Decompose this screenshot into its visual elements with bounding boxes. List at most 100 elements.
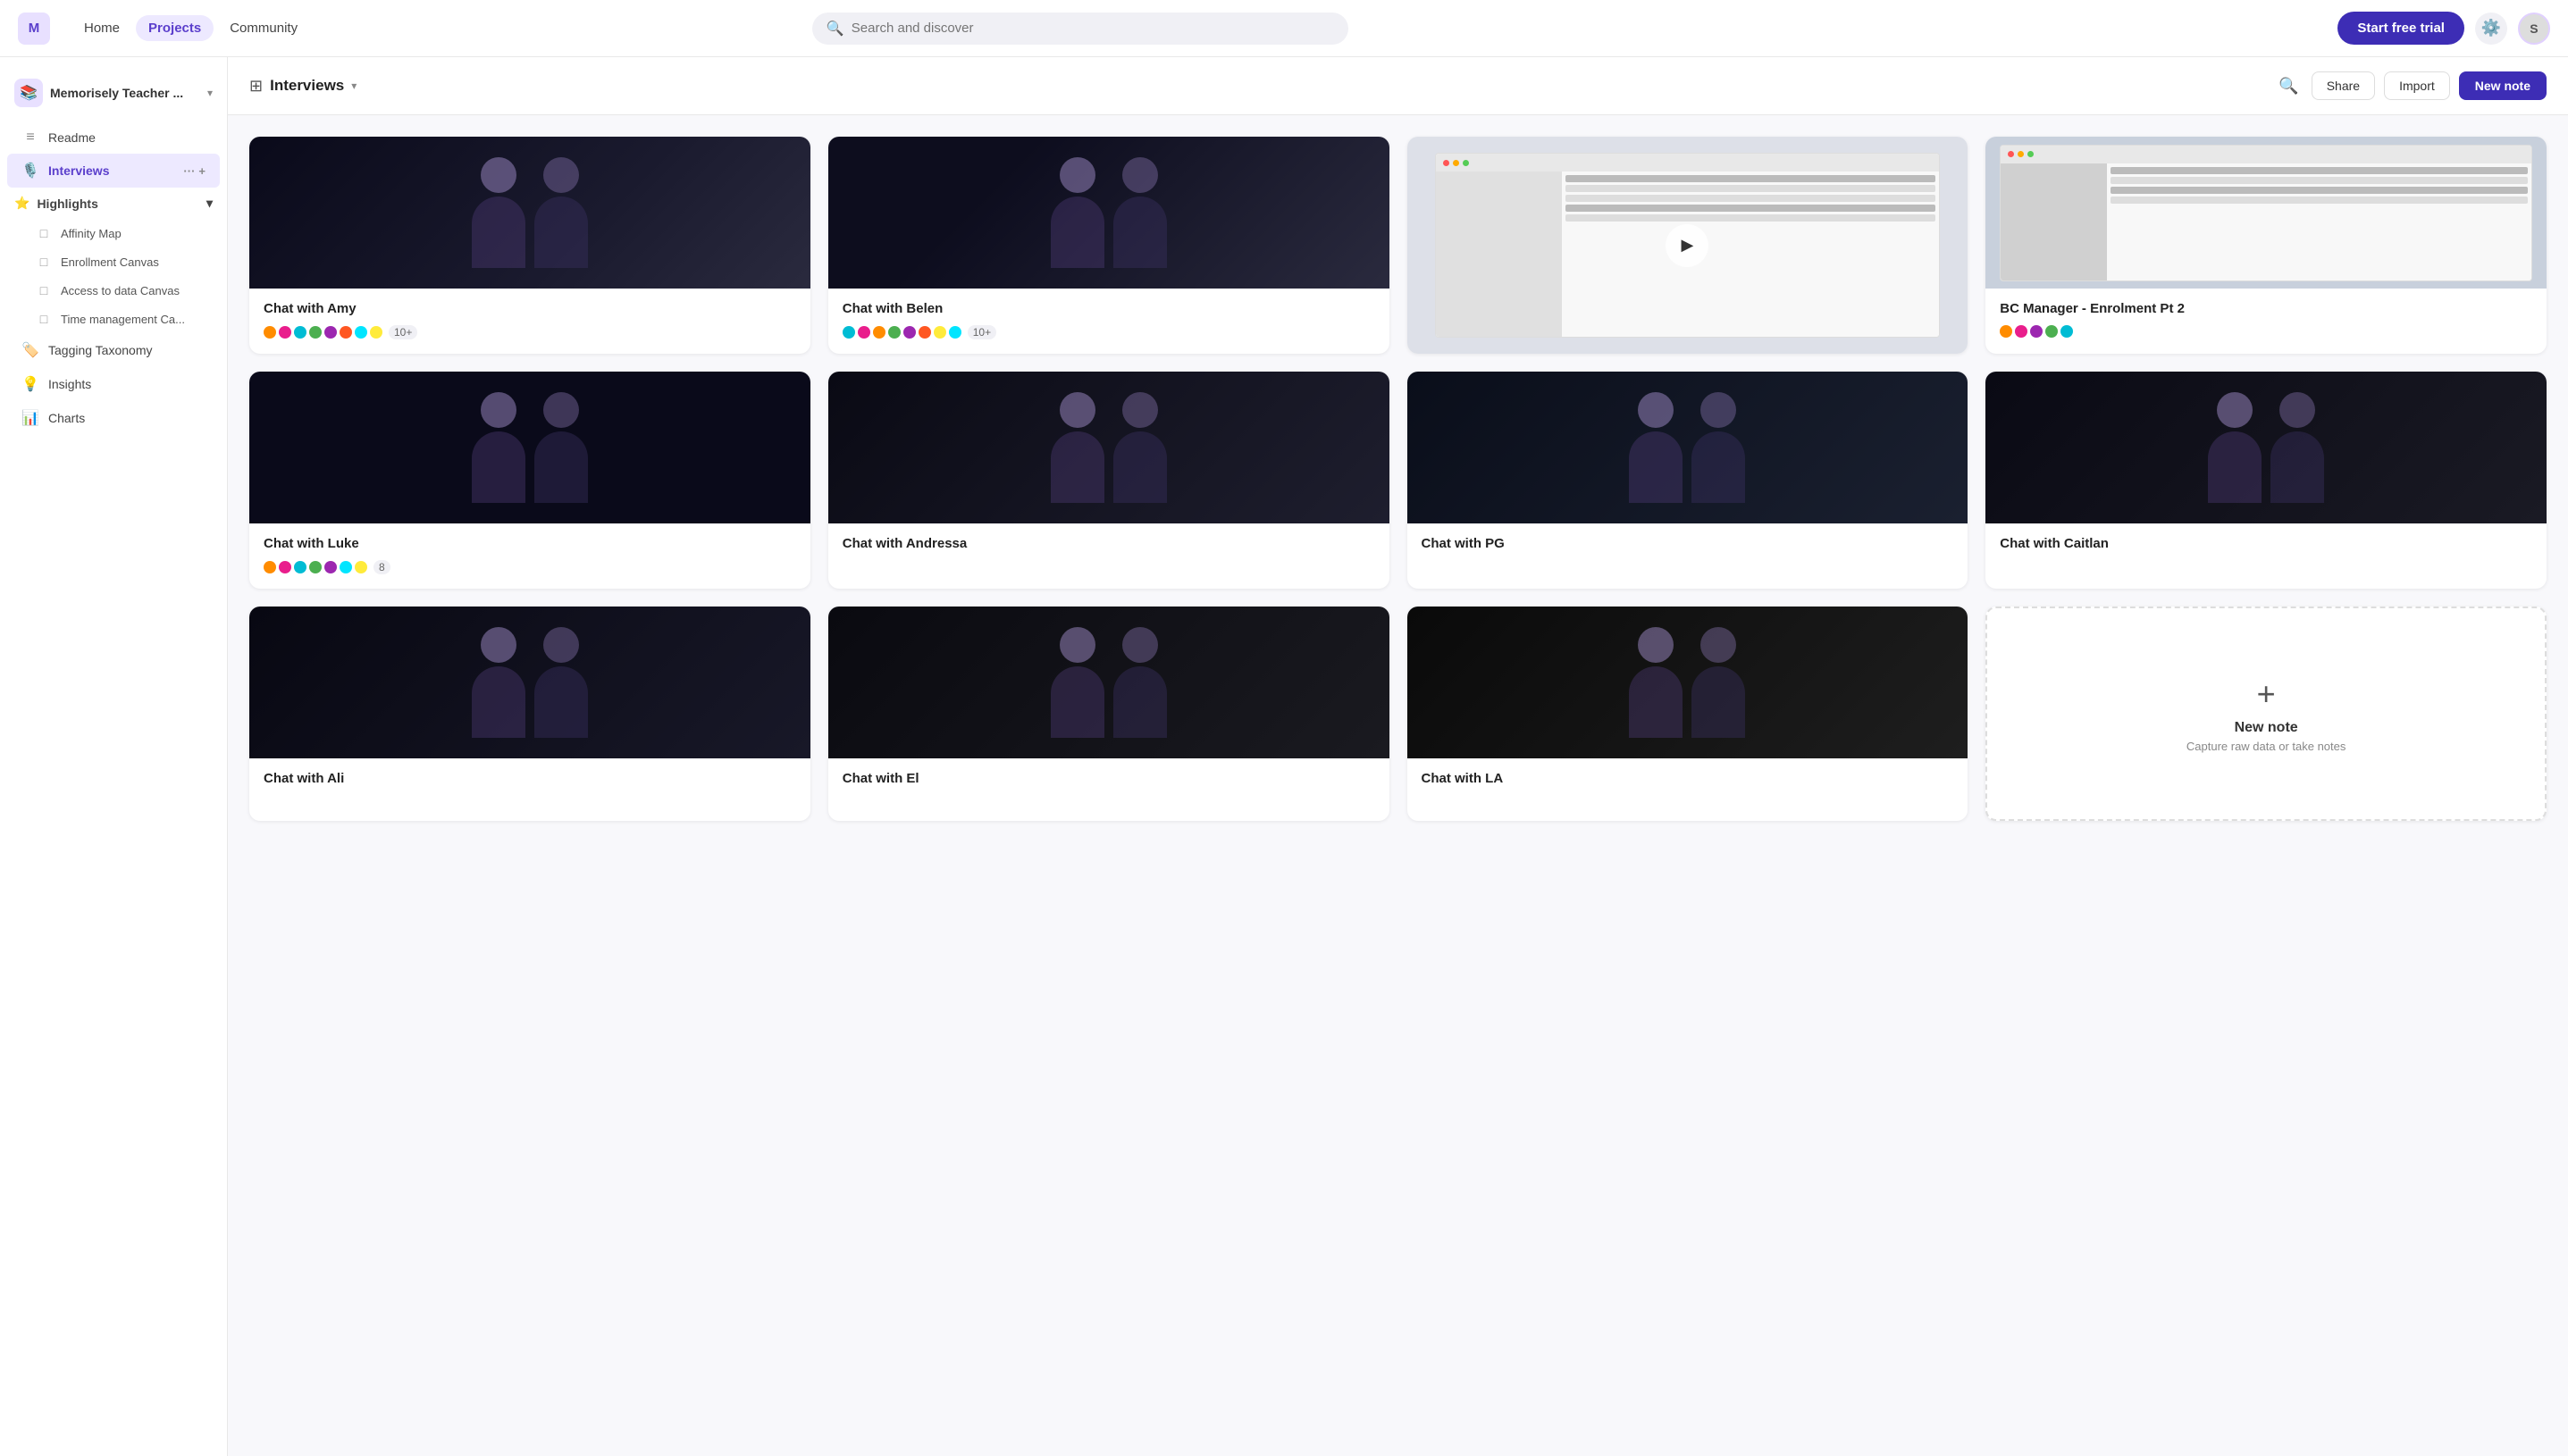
tag-dot: [279, 561, 291, 573]
top-nav: M Home Projects Community 🔍 Start free t…: [0, 0, 2568, 57]
new-note-button[interactable]: New note: [2459, 71, 2547, 100]
tag-dot: [370, 326, 382, 339]
card-info: Chat with Amy 10+: [249, 289, 810, 354]
card-ali[interactable]: Chat with Ali: [249, 607, 810, 821]
card-thumbnail: [249, 137, 810, 289]
sidebar-item-interviews[interactable]: 🎙️ Interviews ··· +: [7, 154, 220, 188]
card-amy[interactable]: Chat with Amy 10+: [249, 137, 810, 354]
time-mgmt-label: Time management Ca...: [61, 313, 185, 326]
card-la[interactable]: Chat with LA: [1407, 607, 1968, 821]
sidebar-item-access-data[interactable]: □ Access to data Canvas: [21, 276, 220, 305]
card-title: Chat with Caitlan: [2000, 536, 2532, 551]
nav-links: Home Projects Community: [71, 15, 310, 41]
sidebar-item-charts[interactable]: 📊 Charts: [7, 401, 220, 435]
card-bc2[interactable]: BC Manager - Enrolment Pt 2: [1985, 137, 2547, 354]
settings-button[interactable]: ⚙️: [2475, 13, 2507, 45]
card-info: Chat with Andressa: [828, 523, 1389, 574]
tag-dot: [873, 326, 885, 339]
tagging-icon: 🏷️: [21, 341, 39, 359]
card-tags: 8: [264, 560, 796, 574]
new-note-card[interactable]: + New note Capture raw data or take note…: [1985, 607, 2547, 821]
workspace-icon: 📚: [14, 79, 43, 107]
import-button[interactable]: Import: [2384, 71, 2450, 100]
tag-count: 10+: [968, 325, 996, 339]
main-layout: 📚 Memorisely Teacher ... ▾ ≡ Readme 🎙️ I…: [0, 57, 2568, 1456]
workspace-selector[interactable]: 📚 Memorisely Teacher ... ▾: [0, 71, 227, 121]
card-title: Chat with Ali: [264, 771, 796, 786]
sidebar-item-time-mgmt[interactable]: □ Time management Ca...: [21, 305, 220, 333]
nav-projects[interactable]: Projects: [136, 15, 214, 41]
person-left: [472, 392, 525, 503]
person-right: [1113, 392, 1167, 503]
share-button[interactable]: Share: [2312, 71, 2375, 100]
tag-dot: [903, 326, 916, 339]
add-icon[interactable]: +: [198, 164, 206, 178]
sidebar-item-tagging[interactable]: 🏷️ Tagging Taxonomy: [7, 333, 220, 367]
card-thumbnail: [1985, 372, 2547, 523]
tag-dot: [934, 326, 946, 339]
tag-dot: [888, 326, 901, 339]
card-belen[interactable]: Chat with Belen 10+: [828, 137, 1389, 354]
tag-dot: [355, 326, 367, 339]
sidebar-item-affinity-map[interactable]: □ Affinity Map: [21, 219, 220, 247]
search-icon: 🔍: [827, 20, 844, 38]
nav-community[interactable]: Community: [217, 15, 310, 41]
card-tags: 10+: [843, 325, 1375, 339]
sidebar-item-label: Interviews: [48, 163, 174, 178]
card-thumbnail: [1407, 372, 1968, 523]
card-thumbnail: [828, 372, 1389, 523]
person-left: [2208, 392, 2262, 503]
content-header: ⊞ Interviews ▾ 🔍 Share Import New note: [228, 57, 2568, 115]
card-thumbnail: [249, 372, 810, 523]
card-thumbnail: ▶: [1407, 137, 1968, 354]
tag-dot: [309, 326, 322, 339]
chevron-down-icon[interactable]: ▾: [351, 79, 357, 92]
readme-icon: ≡: [21, 130, 39, 146]
sidebar-item-enrollment-canvas[interactable]: □ Enrollment Canvas: [21, 247, 220, 276]
tag-dot: [843, 326, 855, 339]
card-luke[interactable]: Chat with Luke 8: [249, 372, 810, 589]
tag-count: 8: [373, 560, 390, 574]
sidebar-item-actions: ··· +: [183, 164, 206, 178]
trial-button[interactable]: Start free trial: [2337, 12, 2464, 45]
thumbnail-persons: [828, 607, 1389, 758]
sidebar-item-insights[interactable]: 💡 Insights: [7, 367, 220, 401]
nav-right: Start free trial ⚙️ S: [2337, 12, 2550, 45]
card-andressa[interactable]: Chat with Andressa: [828, 372, 1389, 589]
grid-view-icon[interactable]: ⊞: [249, 77, 263, 96]
page-icon: □: [36, 226, 52, 240]
card-el[interactable]: Chat with El: [828, 607, 1389, 821]
more-icon[interactable]: ···: [183, 164, 195, 178]
card-info: Chat with Caitlan: [1985, 523, 2547, 574]
tag-dot: [2000, 325, 2012, 338]
card-bc1[interactable]: ▶ BC Manager - Enrolment Pt 1 3: [1407, 137, 1968, 354]
tag-dot: [279, 326, 291, 339]
sidebar-item-highlights[interactable]: ⭐ Highlights ▾: [0, 188, 227, 219]
nav-home[interactable]: Home: [71, 15, 132, 41]
thumbnail-persons: [1407, 607, 1968, 758]
highlights-icon: ⭐: [14, 196, 29, 211]
person-left: [472, 157, 525, 268]
tag-count: 10+: [389, 325, 417, 339]
card-title: BC Manager - Enrolment Pt 2: [2000, 301, 2532, 316]
person-right: [2270, 392, 2324, 503]
card-tags: 10+: [264, 325, 796, 339]
tag-dot: [919, 326, 931, 339]
card-info: Chat with Luke 8: [249, 523, 810, 589]
header-actions: 🔍 Share Import New note: [2275, 71, 2547, 100]
tag-dot: [324, 326, 337, 339]
avatar[interactable]: S: [2518, 13, 2550, 45]
card-title: Chat with PG: [1422, 536, 1954, 551]
search-button[interactable]: 🔍: [2275, 73, 2302, 99]
new-note-plus-icon: +: [2257, 675, 2276, 713]
logo: M: [18, 13, 50, 45]
new-note-sublabel: Capture raw data or take notes: [2186, 740, 2346, 753]
search-bar: 🔍: [812, 13, 1348, 45]
sidebar-item-readme[interactable]: ≡ Readme: [7, 121, 220, 154]
card-pg[interactable]: Chat with PG: [1407, 372, 1968, 589]
page-icon: □: [36, 312, 52, 326]
search-input[interactable]: [852, 21, 1334, 36]
card-caitlan[interactable]: Chat with Caitlan: [1985, 372, 2547, 589]
page-title: Interviews: [270, 77, 344, 95]
tag-dot: [340, 326, 352, 339]
